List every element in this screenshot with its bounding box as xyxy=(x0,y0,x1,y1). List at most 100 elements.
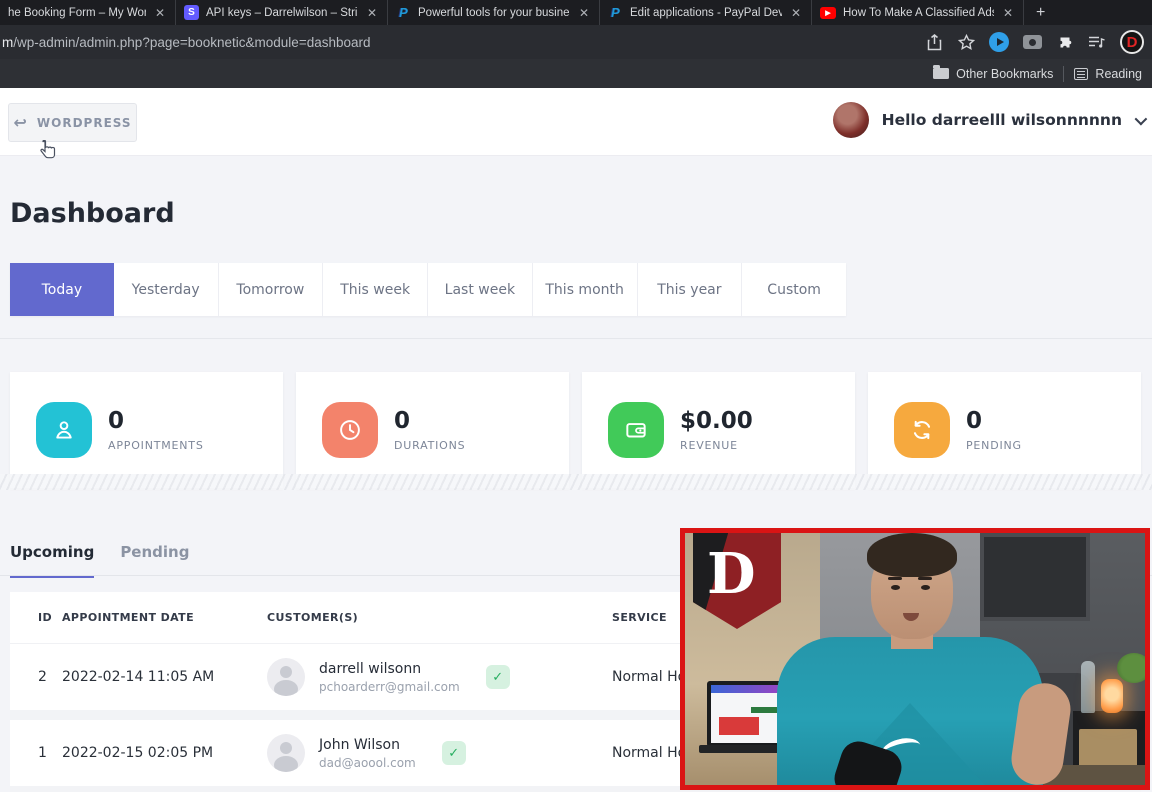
wallet-icon xyxy=(608,402,664,458)
user-menu[interactable]: Hello darreelll wilsonnnnnn xyxy=(833,102,1144,138)
admin-header: ↩ WORDPRESS Hello darreelll wilsonnnnnn xyxy=(0,88,1152,156)
date-filter-bar: Today Yesterday Tomorrow This week Last … xyxy=(10,263,846,316)
customer-email: pchoarderr@gmail.com xyxy=(319,680,460,694)
tab-close-icon[interactable]: ✕ xyxy=(789,6,803,20)
clock-icon xyxy=(322,402,378,458)
url-domain-fragment: m xyxy=(2,35,13,50)
cell-customer: darrell wilsonn pchoarderr@gmail.com ✓ xyxy=(267,658,612,696)
video-lamp xyxy=(1101,679,1123,713)
tab-upcoming[interactable]: Upcoming xyxy=(10,543,94,578)
extensions-puzzle-icon[interactable] xyxy=(1056,33,1074,51)
user-avatar xyxy=(833,102,869,138)
filter-custom[interactable]: Custom xyxy=(742,263,846,316)
stat-card-appointments: 0 APPOINTMENTS xyxy=(10,372,283,488)
channel-logo-letter: D xyxy=(707,541,756,607)
url-path: /wp-admin/admin.php?page=booknetic&modul… xyxy=(13,35,370,50)
camera-extension-icon[interactable] xyxy=(1023,35,1042,49)
stripe-favicon-icon: S xyxy=(184,5,199,20)
tab-close-icon[interactable]: ✕ xyxy=(1001,6,1015,20)
tab-close-icon[interactable]: ✕ xyxy=(365,6,379,20)
browser-url-bar: m/wp-admin/admin.php?page=booknetic&modu… xyxy=(0,25,1152,59)
other-bookmarks-button[interactable]: Other Bookmarks xyxy=(923,67,1063,81)
cell-date: 2022-02-15 02:05 PM xyxy=(62,745,267,761)
browser-toolbar: D xyxy=(925,30,1152,54)
customer-email: dad@aoool.com xyxy=(319,756,416,770)
tab-title: How To Make A Classified Ads xyxy=(843,7,994,19)
decorative-stripes xyxy=(0,474,1152,490)
stat-value: 0 xyxy=(108,408,204,434)
video-cabinet xyxy=(980,533,1090,621)
user-greeting: Hello darreelll wilsonnnnnn xyxy=(882,111,1122,129)
filter-yesterday[interactable]: Yesterday xyxy=(114,263,219,316)
video-person-eye xyxy=(921,585,930,590)
refresh-icon xyxy=(894,402,950,458)
screen: he Booking Form – My WordP ✕ S API keys … xyxy=(0,0,1152,792)
filter-this-month[interactable]: This month xyxy=(533,263,638,316)
stat-value: $0.00 xyxy=(680,408,753,434)
section-divider xyxy=(0,338,1152,339)
video-person-brow xyxy=(918,577,932,580)
filter-this-week[interactable]: This week xyxy=(323,263,428,316)
stat-label: REVENUE xyxy=(680,439,753,452)
tab-pending[interactable]: Pending xyxy=(120,543,189,578)
bookmark-star-icon[interactable] xyxy=(957,33,975,51)
playlist-icon[interactable] xyxy=(1088,33,1106,51)
tab-title: Powerful tools for your busines xyxy=(418,7,570,19)
paypal-favicon-icon: P xyxy=(396,5,411,20)
stat-card-pending: 0 PENDING xyxy=(868,372,1141,488)
bookmarks-bar: Other Bookmarks Reading xyxy=(0,59,1152,88)
customer-avatar xyxy=(267,658,305,696)
stat-label: PENDING xyxy=(966,439,1022,452)
appointments-tabs: Upcoming Pending xyxy=(10,543,189,578)
stat-cards: 0 APPOINTMENTS 0 DURATIONS $0.00 REVENUE xyxy=(10,372,1141,488)
browser-tab[interactable]: P Edit applications - PayPal Deve ✕ xyxy=(600,0,812,25)
video-plant-right xyxy=(1117,653,1150,683)
share-icon[interactable] xyxy=(925,33,943,51)
reading-list-button[interactable]: Reading xyxy=(1064,67,1152,81)
cell-customer: John Wilson dad@aoool.com ✓ xyxy=(267,734,612,772)
browser-tab[interactable]: P Powerful tools for your busines ✕ xyxy=(388,0,600,25)
browser-tab[interactable]: S API keys – Darrelwilson – Strip ✕ xyxy=(176,0,388,25)
video-person-eye xyxy=(891,585,900,590)
other-bookmarks-label: Other Bookmarks xyxy=(956,67,1053,81)
col-customers: CUSTOMER(S) xyxy=(267,611,612,624)
stat-label: APPOINTMENTS xyxy=(108,439,204,452)
tab-close-icon[interactable]: ✕ xyxy=(577,6,591,20)
extension-blue-icon[interactable] xyxy=(989,32,1009,52)
customer-name: darrell wilsonn xyxy=(319,661,460,677)
confirmed-check-icon: ✓ xyxy=(442,741,466,765)
col-date: APPOINTMENT DATE xyxy=(62,611,267,624)
back-to-wordpress-button[interactable]: ↩ WORDPRESS xyxy=(8,103,137,142)
filter-last-week[interactable]: Last week xyxy=(428,263,533,316)
tab-title: he Booking Form – My WordP xyxy=(8,7,146,19)
back-arrow-icon: ↩ xyxy=(13,113,27,132)
url-input[interactable]: m/wp-admin/admin.php?page=booknetic&modu… xyxy=(0,35,925,50)
confirmed-check-icon: ✓ xyxy=(486,665,510,689)
tab-title: API keys – Darrelwilson – Strip xyxy=(206,7,358,19)
filter-this-year[interactable]: This year xyxy=(638,263,743,316)
webcam-video-overlay[interactable]: D xyxy=(680,528,1150,790)
browser-tab[interactable]: ▶ How To Make A Classified Ads ✕ xyxy=(812,0,1024,25)
page-title: Dashboard xyxy=(10,198,175,229)
stat-value: 0 xyxy=(966,408,1022,434)
browser-tab[interactable]: he Booking Form – My WordP ✕ xyxy=(0,0,176,25)
paypal-favicon-icon: P xyxy=(608,5,623,20)
video-person-hair xyxy=(867,533,957,577)
tab-title: Edit applications - PayPal Deve xyxy=(630,7,782,19)
filter-today[interactable]: Today xyxy=(10,263,114,316)
stat-card-revenue: $0.00 REVENUE xyxy=(582,372,855,488)
filter-tomorrow[interactable]: Tomorrow xyxy=(219,263,324,316)
mouse-cursor-icon xyxy=(39,140,57,160)
browser-tab-strip: he Booking Form – My WordP ✕ S API keys … xyxy=(0,0,1152,25)
youtube-favicon-icon: ▶ xyxy=(820,7,836,19)
browser-profile-avatar[interactable]: D xyxy=(1120,30,1144,54)
back-button-label: WORDPRESS xyxy=(37,116,132,130)
cell-id: 2 xyxy=(10,669,62,685)
tab-close-icon[interactable]: ✕ xyxy=(153,6,167,20)
customer-avatar xyxy=(267,734,305,772)
new-tab-button[interactable]: + xyxy=(1024,4,1057,22)
person-icon xyxy=(36,402,92,458)
cell-id: 1 xyxy=(10,745,62,761)
cell-date: 2022-02-14 11:05 AM xyxy=(62,669,267,685)
reading-list-icon xyxy=(1074,68,1088,80)
